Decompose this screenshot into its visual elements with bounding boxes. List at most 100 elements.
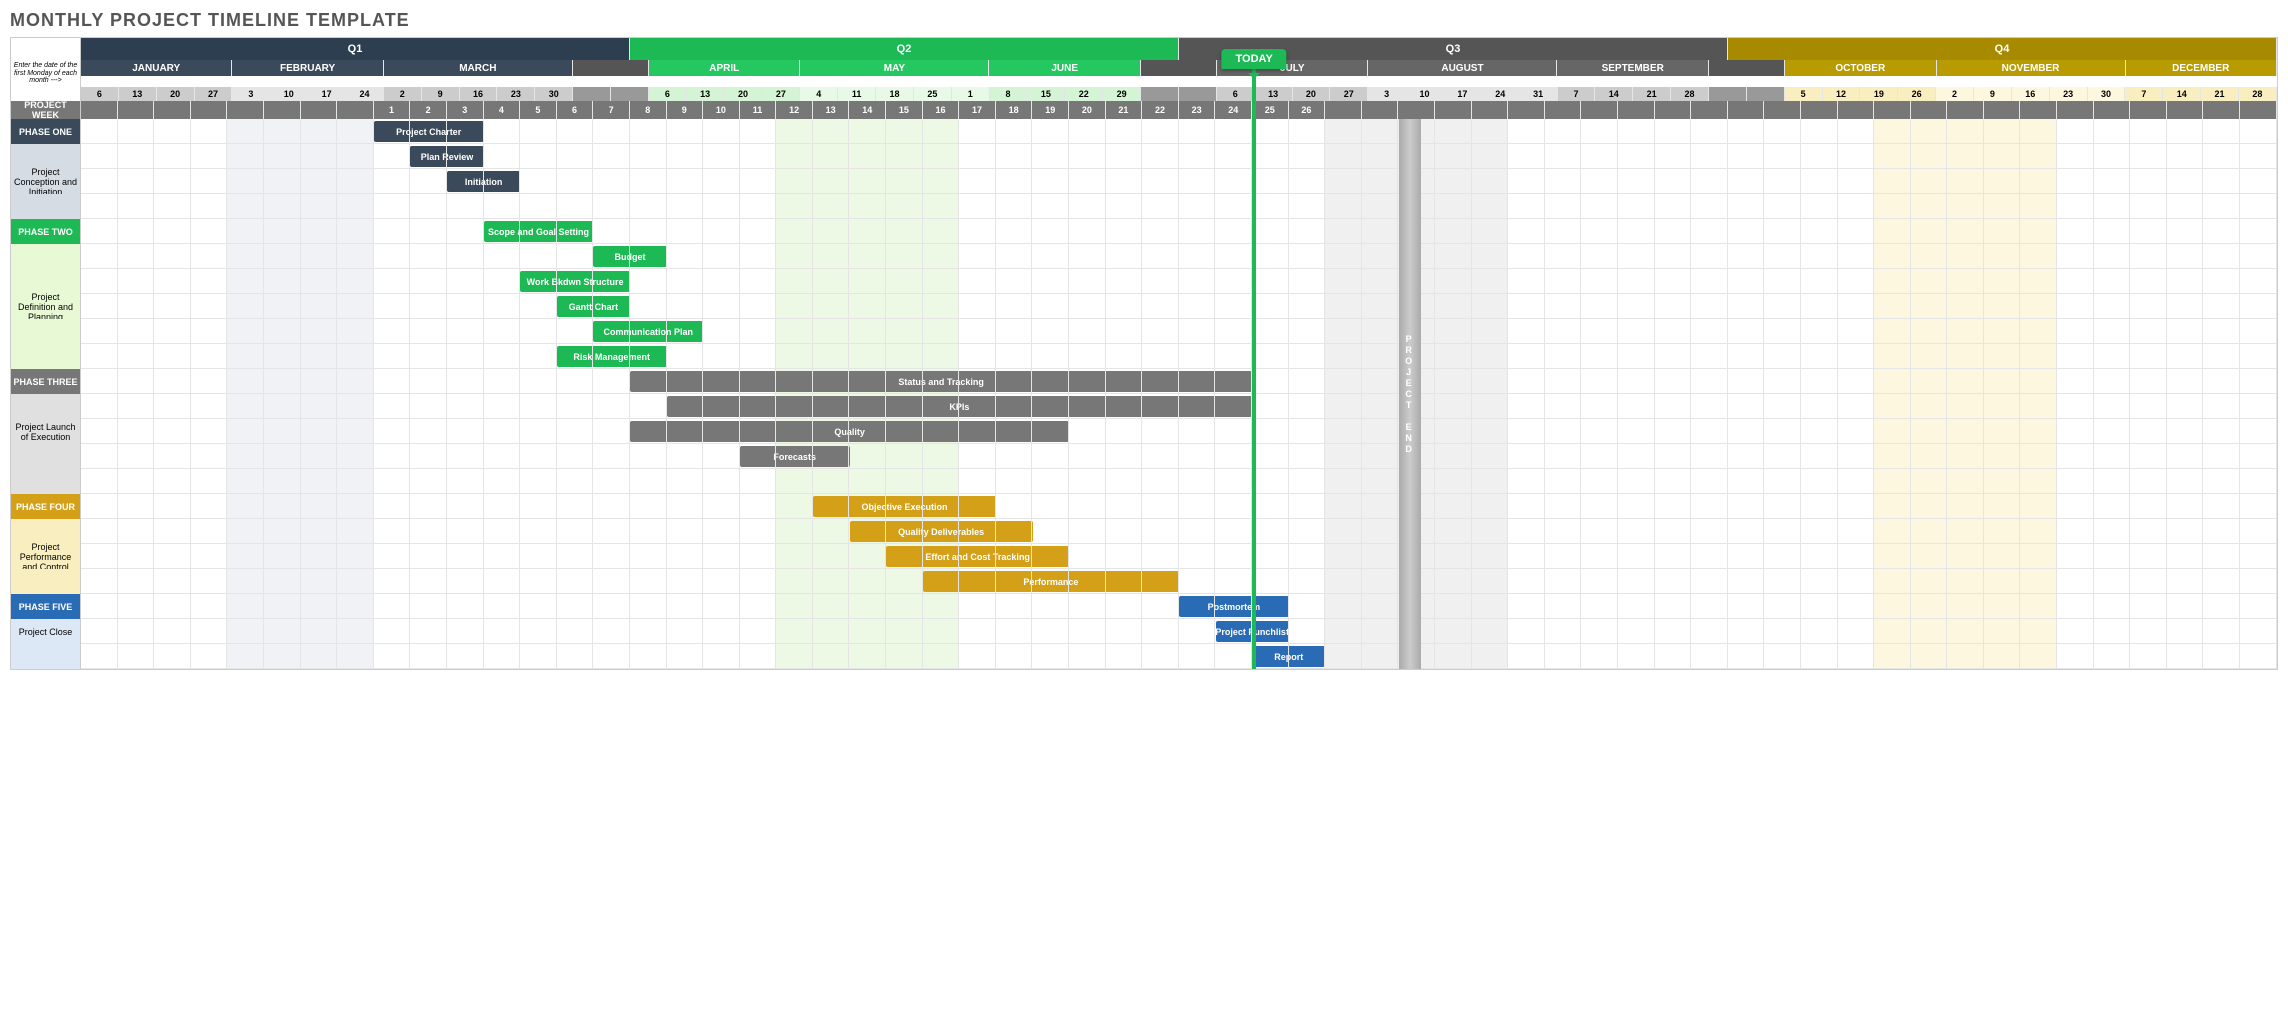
week-number: 13: [813, 101, 850, 119]
month-header: AUGUST: [1368, 60, 1557, 76]
week-number: 8: [630, 101, 667, 119]
week-number: [1984, 101, 2021, 119]
month-header: JUNE: [989, 60, 1140, 76]
month-header: DECEMBER: [2126, 60, 2277, 76]
phase-subtitle: Project Performance and Control: [11, 544, 81, 569]
week-number: 22: [1142, 101, 1179, 119]
date-header: 28: [2239, 87, 2277, 101]
date-header: [1179, 87, 1217, 101]
week-number: 4: [484, 101, 521, 119]
week-number: [337, 101, 374, 119]
week-number: [1618, 101, 1655, 119]
date-header: 3: [1368, 87, 1406, 101]
month-header: FEBRUARY: [232, 60, 383, 76]
quarter-header: Q1: [81, 38, 630, 60]
month-header: APRIL: [649, 60, 800, 76]
date-header: 23: [2050, 87, 2088, 101]
date-header: 13: [1255, 87, 1293, 101]
week-number: [154, 101, 191, 119]
date-header: 6: [81, 87, 119, 101]
week-number: [1472, 101, 1509, 119]
date-header: 4: [800, 87, 838, 101]
date-header: 10: [1406, 87, 1444, 101]
date-header: 27: [1330, 87, 1368, 101]
week-number: [1764, 101, 1801, 119]
date-header: 24: [346, 87, 384, 101]
week-number: [1545, 101, 1582, 119]
week-number: 23: [1179, 101, 1216, 119]
week-number: 24: [1215, 101, 1252, 119]
week-number: [1911, 101, 1948, 119]
week-number: [264, 101, 301, 119]
date-header: 27: [195, 87, 233, 101]
project-end-marker: PROJECTEND: [1399, 119, 1421, 669]
date-header: 20: [157, 87, 195, 101]
week-number: [1838, 101, 1875, 119]
week-number: [1728, 101, 1765, 119]
week-number: [2167, 101, 2204, 119]
date-header: 9: [422, 87, 460, 101]
date-header: 8: [990, 87, 1028, 101]
week-number: 2: [410, 101, 447, 119]
month-header: [1141, 60, 1217, 76]
date-header: 14: [1595, 87, 1633, 101]
phase-subtitle: Project Definition and Planning: [11, 294, 81, 319]
week-number: [1435, 101, 1472, 119]
week-number: 1: [374, 101, 411, 119]
month-header: SEPTEMBER: [1557, 60, 1708, 76]
project-week-label: PROJECT WEEK: [11, 101, 81, 119]
date-header: 19: [1860, 87, 1898, 101]
today-marker: [1252, 49, 1256, 669]
week-number: [2130, 101, 2167, 119]
date-header: [1747, 87, 1785, 101]
date-header: 16: [460, 87, 498, 101]
phase-header: PHASE FOUR: [11, 494, 81, 519]
date-header: 25: [914, 87, 952, 101]
week-number: [1325, 101, 1362, 119]
week-number: [1947, 101, 1984, 119]
date-header: [1709, 87, 1747, 101]
month-header: NOVEMBER: [1937, 60, 2126, 76]
month-header: [1709, 60, 1785, 76]
week-number: [81, 101, 118, 119]
week-number: [2094, 101, 2131, 119]
week-number: [1398, 101, 1435, 119]
week-number: 21: [1106, 101, 1143, 119]
date-header: 31: [1520, 87, 1558, 101]
date-header: 9: [1974, 87, 2012, 101]
month-header: [573, 60, 649, 76]
week-number: 5: [520, 101, 557, 119]
date-header: 15: [1027, 87, 1065, 101]
week-number: [1581, 101, 1618, 119]
week-number: [227, 101, 264, 119]
phase-header: PHASE THREE: [11, 369, 81, 394]
phase-subtitle: Project Conception and Initiation: [11, 169, 81, 194]
date-header: 20: [725, 87, 763, 101]
date-header: 6: [649, 87, 687, 101]
date-header: 30: [2088, 87, 2126, 101]
date-header: 13: [119, 87, 157, 101]
date-header: 2: [1936, 87, 1974, 101]
date-header: 18: [876, 87, 914, 101]
week-number: [2020, 101, 2057, 119]
date-header: 1: [952, 87, 990, 101]
month-header: MAY: [800, 60, 989, 76]
date-header: 30: [535, 87, 573, 101]
date-header: 13: [687, 87, 725, 101]
month-header: MARCH: [384, 60, 573, 76]
date-header: 17: [1444, 87, 1482, 101]
date-header: 21: [1633, 87, 1671, 101]
date-header: 29: [1103, 87, 1141, 101]
date-header: 26: [1898, 87, 1936, 101]
date-header: 16: [2012, 87, 2050, 101]
corner-note: Enter the date of the first Monday of ea…: [11, 60, 81, 87]
week-number: [1874, 101, 1911, 119]
week-number: 25: [1252, 101, 1289, 119]
week-number: [1508, 101, 1545, 119]
date-header: 2: [384, 87, 422, 101]
week-number: [1691, 101, 1728, 119]
date-header: 14: [2163, 87, 2201, 101]
month-header: OCTOBER: [1785, 60, 1936, 76]
week-number: [1362, 101, 1399, 119]
week-number: [301, 101, 338, 119]
